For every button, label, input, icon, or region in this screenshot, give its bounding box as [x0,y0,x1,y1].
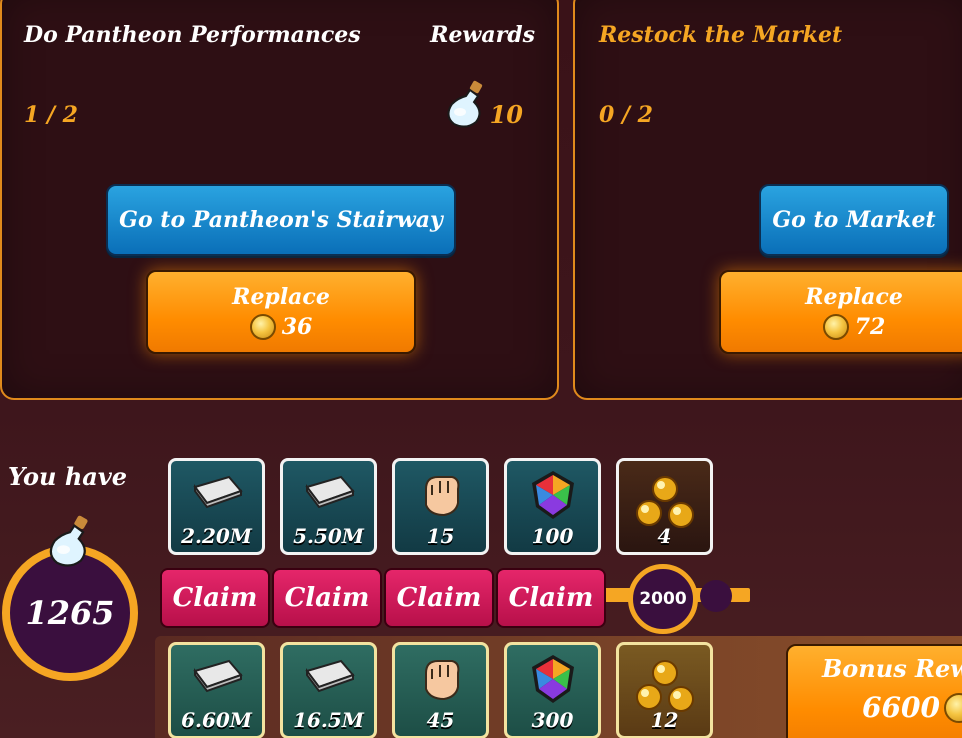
rainbow-gem-icon [531,471,574,519]
money-stack-icon [304,475,355,509]
coin-icon [822,314,849,340]
reward-amount: 300 [531,708,574,732]
bonus-reward-tile: 12 [616,642,713,738]
claim-button[interactable]: Claim [384,568,494,628]
claim-label: Claim [508,583,594,613]
quest-progress: 1 / 2 [24,102,78,128]
reward-amount: 2.20M [181,524,252,548]
milestone-badge: 2000 [628,564,698,634]
go-to-pantheon-button[interactable]: Go to Pantheon's Stairway [106,184,456,256]
claim-button[interactable]: Claim [160,568,270,628]
replace-label: Replace [232,284,330,310]
reward-tile: 100 [504,458,601,555]
bonus-reward-tile: 45 [392,642,489,738]
milestone-value: 2000 [639,589,687,609]
go-to-market-button[interactable]: Go to Market [759,184,949,256]
quest-card-market: Restock the Market 0 / 2 Go to Market Re… [573,0,962,400]
replace-label: Replace [805,284,903,310]
potion-icon [447,80,483,128]
reward-amount: 6.60M [181,708,252,732]
money-stack-icon [304,659,355,693]
go-button-label: Go to Pantheon's Stairway [119,207,443,233]
reward-tile: 2.20M [168,458,265,555]
replace-cost: 72 [854,314,886,340]
gold-orbs-icon [635,660,694,712]
replace-button[interactable]: Replace 72 [719,270,962,354]
money-stack-icon [192,475,243,509]
fist-icon [424,660,459,701]
bonus-cost: 6600 [862,691,940,724]
reward-amount: 10 [489,100,523,129]
claim-label: Claim [396,583,482,613]
reward-amount: 5.50M [293,524,364,548]
rainbow-gem-icon [531,655,574,703]
bonus-button-label: Bonus Rew [822,654,962,683]
bonus-reward-tile: 300 [504,642,601,738]
fist-icon [424,476,459,517]
quest-title: Restock the Market [599,22,843,48]
bonus-rewards-button[interactable]: Bonus Rew 6600 [786,644,962,738]
reward-amount: 100 [531,524,574,548]
coin-icon [943,692,962,723]
reward-amount: 16.5M [293,708,364,732]
rewards-header: Rewards [430,22,535,48]
claim-label: Claim [172,583,258,613]
reward-tile: 4 [616,458,713,555]
reward-amount: 45 [426,708,455,732]
you-have-label: You have [8,462,128,491]
replace-cost: 36 [281,314,313,340]
bonus-reward-tile: 16.5M [280,642,377,738]
potion-icon [49,515,88,567]
track-node [700,580,732,612]
reward-amount: 15 [426,524,455,548]
reward-tile: 15 [392,458,489,555]
claim-label: Claim [284,583,370,613]
coin-icon [249,314,276,340]
reward-tile: 5.50M [280,458,377,555]
bonus-reward-tile: 6.60M [168,642,265,738]
claim-button[interactable]: Claim [272,568,382,628]
potion-total: 1265 [25,594,115,632]
quest-progress: 0 / 2 [599,102,653,128]
go-button-label: Go to Market [772,207,936,233]
quest-title: Do Pantheon Performances [24,22,361,48]
claim-button[interactable]: Claim [496,568,606,628]
gold-orbs-icon [635,476,694,528]
money-stack-icon [192,659,243,693]
quest-card-pantheon: Do Pantheon Performances Rewards 1 / 2 1… [0,0,559,400]
replace-button[interactable]: Replace 36 [146,270,416,354]
